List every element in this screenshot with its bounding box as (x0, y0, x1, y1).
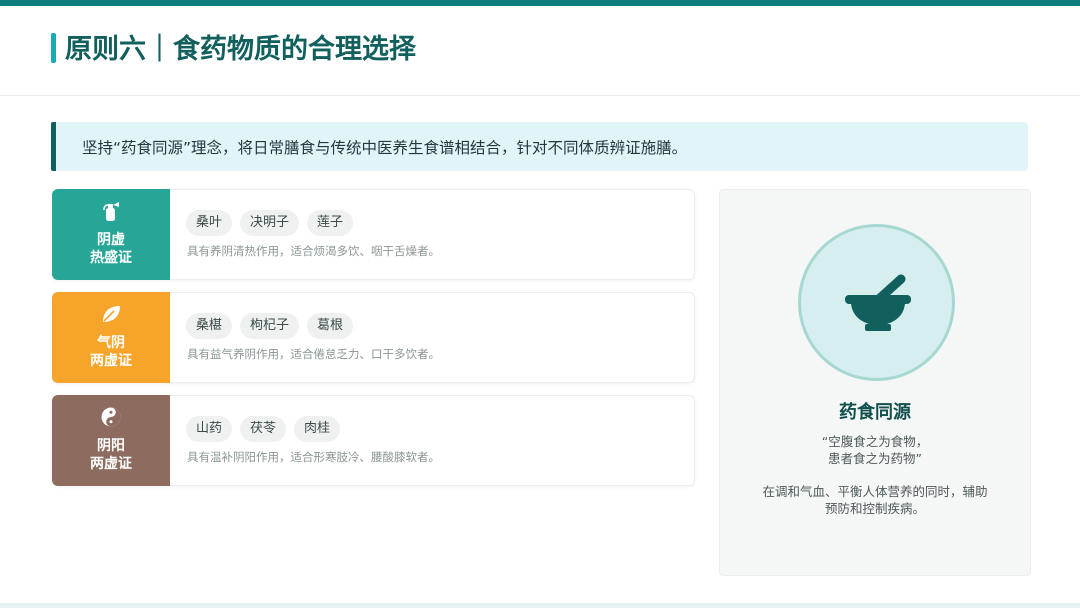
icon-circle (798, 224, 955, 381)
food-tag: 肉桂 (294, 416, 341, 442)
page-title: 原则六｜食药物质的合理选择 (65, 34, 416, 65)
principle-accent-bar (51, 122, 56, 171)
panel-quote-line2: 患者食之为药物” (828, 451, 922, 466)
card-label-line1: 阴阳 (97, 438, 125, 454)
food-tags: 山药 茯苓 肉桂 (186, 416, 341, 442)
card-label-line2: 热盛证 (90, 250, 132, 266)
card-label-block: 阴虚 热盛证 (52, 189, 170, 280)
food-tag: 莲子 (307, 210, 354, 236)
card-label-line2: 两虚证 (90, 353, 132, 369)
food-tag: 葛根 (307, 313, 354, 339)
yin-yang-icon (52, 406, 170, 428)
card-label-line2: 两虚证 (90, 456, 132, 472)
panel-title: 药食同源 (839, 402, 911, 423)
card-label-block: 气阴 两虚证 (52, 292, 170, 383)
food-tag: 枸杞子 (240, 313, 300, 339)
food-tags: 桑叶 决明子 莲子 (186, 210, 354, 236)
food-tag: 桑椹 (186, 313, 233, 339)
principle-text: 坚持“药食同源”理念，将日常膳食与传统中医养生食谱相结合，针对不同体质辨证施膳。 (82, 139, 688, 157)
header: 原则六｜食药物质的合理选择 (0, 6, 1080, 96)
card-description: 具有温补阴阳作用，适合形寒肢冷、腰酸膝软者。 (187, 450, 440, 464)
food-tag: 茯苓 (240, 416, 287, 442)
food-tag: 桑叶 (186, 210, 233, 236)
constitution-card-qi-yin-deficiency: 气阴 两虚证 桑椹 枸杞子 葛根 具有益气养阴作用，适合倦怠乏力、口干多饮者。 (52, 292, 695, 383)
principle-banner: 坚持“药食同源”理念，将日常膳食与传统中医养生食谱相结合，针对不同体质辨证施膳。 (51, 122, 1028, 171)
leaf-icon (52, 303, 170, 325)
mortar-pestle-icon (845, 274, 911, 331)
food-tag: 决明子 (240, 210, 300, 236)
card-description: 具有益气养阴作用，适合倦怠乏力、口干多饮者。 (187, 347, 440, 361)
constitution-card-yin-deficiency: 阴虚 热盛证 桑叶 决明子 莲子 具有养阴清热作用，适合烦渴多饮、咽干舌燥者。 (52, 189, 695, 280)
card-label-line1: 气阴 (97, 335, 125, 351)
food-tag: 山药 (186, 416, 233, 442)
fire-extinguisher-icon (52, 200, 170, 222)
constitution-card-yin-yang-deficiency: 阴阳 两虚证 山药 茯苓 肉桂 具有温补阴阳作用，适合形寒肢冷、腰酸膝软者。 (52, 395, 695, 486)
title-accent-bar (51, 33, 56, 63)
card-description: 具有养阴清热作用，适合烦渴多饮、咽干舌燥者。 (187, 244, 440, 258)
bottom-accent-bar (0, 603, 1080, 608)
card-label-block: 阴阳 两虚证 (52, 395, 170, 486)
card-label-line1: 阴虚 (97, 232, 125, 248)
panel-note-line2: 预防和控制疾病。 (824, 501, 925, 516)
medicine-food-panel: 药食同源 “空腹食之为食物， 患者食之为药物” 在调和气血、平衡人体营养的同时，… (719, 189, 1031, 576)
food-tags: 桑椹 枸杞子 葛根 (186, 313, 354, 339)
